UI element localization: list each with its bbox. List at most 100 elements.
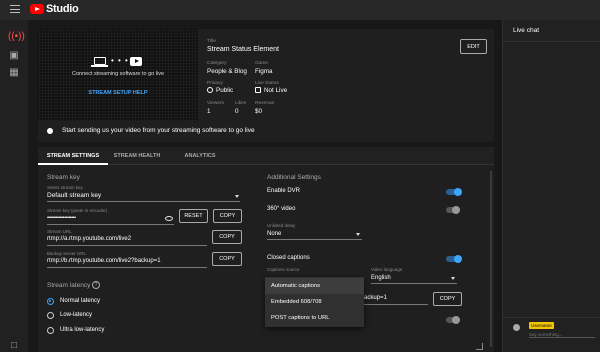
status-message: Start sending us your video from your st… <box>62 127 255 134</box>
chevron-down-icon <box>235 195 239 198</box>
privacy-value: Public <box>216 87 234 94</box>
globe-icon <box>207 87 213 93</box>
captions-toggle-knob <box>454 255 462 263</box>
enable-dvr-toggle[interactable] <box>446 187 462 197</box>
copy-caption-url-button[interactable]: COPY <box>433 292 462 306</box>
captions-source-label: Captions source <box>267 267 300 272</box>
unlisted-delay-label: Unlisted delay <box>267 223 296 228</box>
latency-normal-label: Normal latency <box>60 298 101 304</box>
chevron-down-icon <box>356 233 360 236</box>
chevron-down-icon <box>451 277 455 280</box>
stream-latency-heading: Stream latency <box>47 282 91 289</box>
menu-icon[interactable] <box>10 5 20 13</box>
live-chat-panel: Live chat Username <box>502 20 600 352</box>
stream-url-value: rtmp://a.rtmp.youtube.com/live2 <box>47 236 132 242</box>
avatar <box>513 324 520 331</box>
viewers-label: Viewers <box>207 101 224 106</box>
edit-button[interactable]: EDIT <box>460 39 487 54</box>
connect-message: Connect streaming software to go live <box>71 71 165 77</box>
studio-logo-label: Studio <box>46 3 79 15</box>
caption-language-select[interactable]: Video language English <box>371 267 457 284</box>
copy-backup-button[interactable]: COPY <box>212 252 242 266</box>
additional-toggle[interactable] <box>446 315 462 325</box>
reset-button[interactable]: RESET <box>179 209 208 223</box>
resize-handle-icon[interactable] <box>476 343 483 350</box>
caption-language-value: English <box>371 275 391 281</box>
likes-label: Likes <box>235 101 247 106</box>
latency-option-ultra[interactable]: Ultra low-latency <box>47 326 137 336</box>
menu-item-post-captions-url[interactable]: POST captions to URL <box>265 310 364 326</box>
category-value: People & Blog <box>207 68 247 75</box>
video-360-toggle[interactable] <box>446 205 462 215</box>
stream-key-heading: Stream key <box>47 174 80 181</box>
youtube-logo-icon[interactable] <box>30 4 44 14</box>
dvr-toggle-knob <box>454 188 462 196</box>
stream-setup-help-link[interactable]: STREAM SETUP HELP <box>38 90 198 96</box>
stream-key-select[interactable]: Select stream key Default stream key <box>47 185 240 202</box>
calendar-icon[interactable]: ▦ <box>8 67 20 79</box>
latency-ultra-label: Ultra low-latency <box>60 327 105 333</box>
copy-url-button[interactable]: COPY <box>212 230 242 244</box>
radio-low[interactable] <box>47 312 54 319</box>
top-bar: Studio <box>0 0 600 20</box>
camera-icon[interactable]: ▣ <box>8 50 20 62</box>
menu-item-embedded-608-708[interactable]: Embedded 608/708 <box>265 294 364 310</box>
settings-tabs: STREAM SETTINGS STREAM HEALTH ANALYTICS <box>38 147 494 165</box>
stream-url-field[interactable]: Stream URL rtmp://a.rtmp.youtube.com/liv… <box>47 229 207 246</box>
tab-stream-settings[interactable]: STREAM SETTINGS <box>38 147 108 165</box>
caption-language-label: Video language <box>371 267 403 272</box>
tab-stream-health[interactable]: STREAM HEALTH <box>108 147 166 165</box>
closed-captions-toggle[interactable] <box>446 254 462 264</box>
tab-analytics[interactable]: ANALYTICS <box>172 147 228 165</box>
unlisted-delay-value: None <box>267 231 282 237</box>
stream-key-select-value: Default stream key <box>47 192 102 199</box>
copy-key-button[interactable]: COPY <box>213 209 242 223</box>
settings-scrollbar[interactable] <box>490 171 492 347</box>
live-chat-title: Live chat <box>513 27 540 34</box>
live-status-label: Live Status <box>255 81 279 86</box>
viewers-value: 1 <box>207 108 211 115</box>
live-status-icon <box>255 87 261 93</box>
additional-settings-heading: Additional Settings <box>267 174 321 181</box>
help-icon[interactable]: ? <box>92 281 100 289</box>
unlisted-delay-select[interactable]: Unlisted delay None <box>267 223 362 240</box>
stream-title: Stream Status Element <box>207 46 279 53</box>
left-rail: ((•)) ▣ ▦ □ <box>0 20 28 352</box>
latency-option-normal[interactable]: Normal latency <box>47 297 137 307</box>
latency-option-low[interactable]: Low-latency <box>47 311 137 321</box>
closed-captions-label: Closed captions <box>267 255 310 261</box>
menu-item-automatic-captions[interactable]: Automatic captions <box>265 278 364 294</box>
live-stream-icon[interactable]: ((•)) <box>8 31 25 43</box>
chat-input-area: Username <box>503 317 600 352</box>
connection-dots: • • • <box>111 56 129 65</box>
game-value: Figma <box>255 68 273 75</box>
backup-url-label: Backup server URL <box>47 251 87 256</box>
backup-url-field[interactable]: Backup server URL rtmp://b.rtmp.youtube.… <box>47 251 207 268</box>
live-chat-header: Live chat <box>503 20 600 42</box>
title-label: Title <box>207 39 216 44</box>
radio-normal[interactable] <box>47 298 54 305</box>
stream-key-field-label: Stream key (paste in encoder) <box>47 208 108 213</box>
live-status-value: Not Live <box>264 87 288 94</box>
stream-status-bar: Start sending us your video from your st… <box>38 121 494 142</box>
stream-url-label: Stream URL <box>47 229 72 234</box>
latency-low-label: Low-latency <box>60 312 93 318</box>
stream-key-field[interactable]: Stream key (paste in encoder) ••••••••••… <box>47 208 174 225</box>
caption-url-field[interactable]: ackup=1 <box>364 293 428 305</box>
additional-toggle-knob <box>452 316 460 324</box>
stream-info-panel: Title Stream Status Element Category Peo… <box>198 29 494 121</box>
video-360-label: 360° video <box>267 206 296 212</box>
chat-message-input[interactable] <box>529 332 595 338</box>
radio-ultra[interactable] <box>47 327 54 334</box>
game-label: Game <box>255 61 269 66</box>
video-360-toggle-knob <box>452 206 460 214</box>
enable-dvr-label: Enable DVR <box>267 188 301 194</box>
privacy-label: Privacy <box>207 81 223 86</box>
visibility-off-icon[interactable] <box>165 216 173 221</box>
laptop-icon <box>91 57 108 67</box>
stream-preview: • • • Connect streaming software to go l… <box>38 29 198 121</box>
stream-key-value: •••••••••••••••••••• <box>47 215 76 221</box>
youtube-play-icon <box>130 57 142 66</box>
feedback-icon[interactable]: □ <box>8 340 20 352</box>
likes-value: 0 <box>235 108 239 115</box>
